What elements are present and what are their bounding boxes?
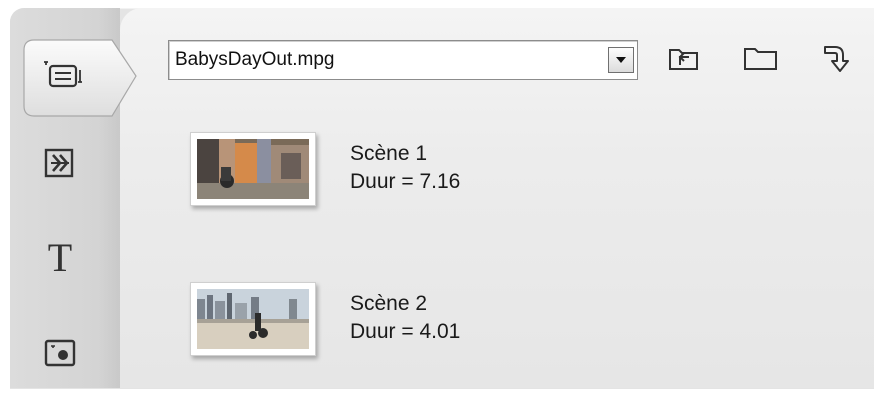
- scene-item[interactable]: Scène 1 Duur = 7.16: [190, 132, 590, 212]
- file-select-value: BabysDayOut.mpg: [175, 49, 335, 70]
- scene-title: Scène 2: [350, 292, 428, 315]
- tab-titles[interactable]: T: [30, 232, 90, 282]
- transition-icon: [43, 146, 77, 185]
- undo-button[interactable]: [815, 42, 855, 78]
- dropdown-arrow-button[interactable]: [608, 47, 634, 73]
- tab-video-scenes[interactable]: [20, 36, 138, 120]
- photo-icon: [43, 337, 77, 374]
- scene-duration: Duur = 4.01: [350, 320, 461, 343]
- tab-photos[interactable]: [30, 330, 90, 380]
- folder-icon: [742, 43, 780, 78]
- tab-transitions[interactable]: [30, 140, 90, 190]
- scene-thumbnail[interactable]: [190, 282, 316, 356]
- folder-up-button[interactable]: [664, 42, 704, 78]
- scene-item[interactable]: Scène 2 Duur = 4.01: [190, 282, 590, 362]
- scene-duration: Duur = 7.16: [350, 170, 461, 193]
- scene-thumbnail[interactable]: [190, 132, 316, 206]
- scene-title: Scène 1: [350, 142, 428, 165]
- scene-2-image: [197, 289, 309, 349]
- folder-browse-button[interactable]: [741, 42, 781, 78]
- scene-1-image: [197, 139, 309, 199]
- undo-arrow-icon: [817, 41, 853, 80]
- title-text-icon: T: [47, 234, 73, 280]
- chevron-down-icon: [615, 51, 627, 69]
- file-select-dropdown[interactable]: BabysDayOut.mpg: [168, 40, 638, 80]
- folder-up-icon: [667, 43, 701, 78]
